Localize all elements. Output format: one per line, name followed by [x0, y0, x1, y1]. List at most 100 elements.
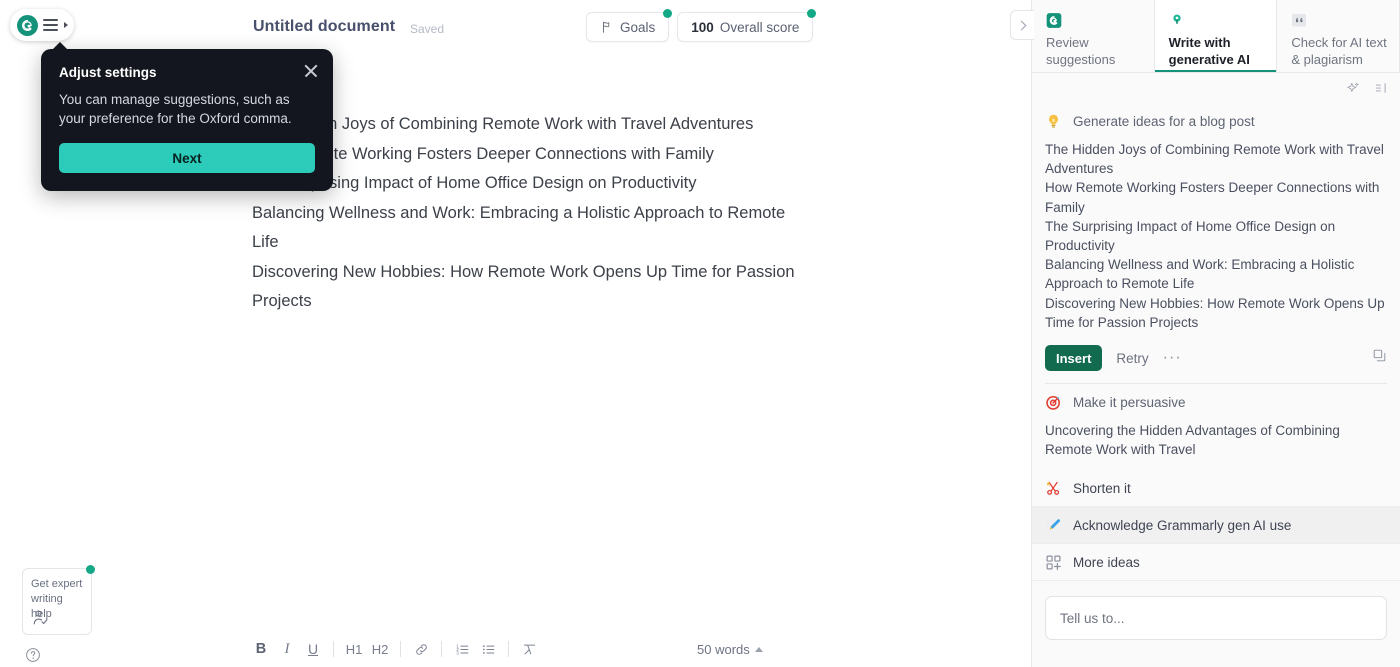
overall-score-button[interactable]: 100 Overall score — [677, 9, 817, 42]
tabs-bottom-border — [1032, 72, 1400, 73]
lightbulb-icon — [1049, 114, 1058, 128]
tab-check-for-ai-text-plagiarism[interactable]: Check for AI text & plagiarism — [1277, 0, 1400, 73]
action-label: Acknowledge Grammarly gen AI use — [1073, 517, 1292, 533]
action-more-ideas[interactable]: More ideas — [1032, 544, 1400, 582]
grammarly-g-icon[interactable] — [17, 14, 38, 36]
hamburger-menu-icon[interactable] — [43, 19, 58, 31]
clear-formatting-icon[interactable] — [516, 636, 542, 662]
bold-button[interactable]: B — [248, 636, 274, 662]
sidebar-collapse-button[interactable] — [1010, 10, 1034, 40]
action-shorten-it[interactable]: Shorten it — [1032, 470, 1400, 508]
suggestion-item: Discovering New Hobbies: How Remote Work… — [1045, 295, 1385, 330]
suggestion-list[interactable]: The Hidden Joys of Combining Remote Work… — [1045, 140, 1387, 332]
document-body[interactable]: The Hidden Joys of Combining Remote Work… — [252, 110, 808, 317]
composer-placeholder: Tell us to... — [1060, 610, 1125, 626]
suggestion-card: Make it persuasive Uncovering the Hidden… — [1032, 384, 1400, 460]
sidebar-content: Generate ideas for a blog post The Hidde… — [1032, 103, 1400, 667]
goals-button[interactable]: Goals — [586, 9, 673, 42]
tab-write-with-generative-ai[interactable]: Write with generative AI — [1154, 0, 1278, 73]
toolbar-divider — [441, 641, 442, 657]
app-menu-pill[interactable] — [10, 9, 74, 41]
document-line: The Surprising Impact of Home Office Des… — [252, 174, 697, 192]
expert-status-dot — [86, 565, 95, 574]
card-header: Make it persuasive — [1045, 394, 1387, 411]
heading1-button[interactable]: H1 — [341, 636, 367, 662]
save-status: Saved — [410, 22, 445, 36]
sparkle-icon[interactable] — [1346, 81, 1360, 95]
coachmark-body: You can manage suggestions, such as your… — [59, 92, 292, 126]
toolbar-divider — [333, 641, 334, 657]
person-check-icon — [33, 610, 48, 625]
scissors-icon — [1047, 481, 1060, 495]
chevron-right-icon — [1016, 20, 1027, 30]
svg-text:3: 3 — [456, 650, 459, 655]
composer-area: Tell us to... — [1032, 581, 1400, 641]
retry-button[interactable]: Retry — [1116, 351, 1148, 366]
suggestion-card: Generate ideas for a blog post The Hidde… — [1032, 103, 1400, 385]
action-acknowledge-ai-use[interactable]: Acknowledge Grammarly gen AI use — [1032, 507, 1400, 545]
composer-input[interactable]: Tell us to... — [1045, 596, 1387, 641]
card-actions: Insert Retry ··· — [1045, 345, 1387, 372]
expert-label-line1: Get expert — [31, 578, 83, 590]
word-count-button[interactable]: 50 words — [697, 642, 763, 657]
score-value: 100 — [691, 19, 714, 35]
close-icon[interactable] — [303, 63, 319, 79]
sidebar-tool-icons — [1032, 73, 1400, 103]
document-line: The Hidden Joys of Combining Remote Work… — [252, 115, 754, 133]
suggestion-item: Uncovering the Hidden Advantages of Comb… — [1045, 423, 1340, 458]
score-status-dot — [807, 9, 817, 18]
action-label: Shorten it — [1073, 480, 1131, 496]
grammarly-g-icon — [1046, 13, 1062, 28]
more-options-button[interactable]: ··· — [1163, 350, 1182, 366]
quick-actions-list: Shorten it Acknowledge Grammarly gen AI … — [1032, 470, 1400, 582]
pen-icon — [1046, 519, 1060, 530]
document-line: Discovering New Hobbies: How Remote Work… — [252, 262, 795, 311]
editor-area: Untitled document Saved Goals 100 Overal… — [0, 0, 1031, 667]
header-chips: Goals 100 Overall score — [586, 9, 817, 42]
suggestion-item: The Hidden Joys of Combining Remote Work… — [1045, 142, 1384, 177]
card-title: Generate ideas for a blog post — [1073, 114, 1255, 129]
action-label: More ideas — [1073, 554, 1140, 570]
document-line: How Remote Working Fosters Deeper Connec… — [252, 144, 714, 163]
tab-label: Check for AI text & plagiarism — [1291, 35, 1387, 67]
bullet-list-icon[interactable] — [475, 636, 501, 662]
grammarly-editor-window: Untitled document Saved Goals 100 Overal… — [0, 0, 1400, 667]
coachmark-next-button[interactable]: Next — [59, 143, 315, 173]
insert-button[interactable]: Insert — [1045, 345, 1103, 372]
suggestion-list[interactable]: Uncovering the Hidden Advantages of Comb… — [1045, 421, 1387, 459]
formatting-toolbar: B I U H1 H2 1 2 3 50 words — [0, 631, 1031, 667]
document-line: Balancing Wellness and Work: Embracing a… — [252, 203, 786, 252]
goals-label: Goals — [620, 19, 656, 35]
sidebar-tabs: Review suggestions Write with generative… — [1032, 0, 1400, 73]
goals-status-dot — [663, 9, 673, 18]
suggestion-item: The Surprising Impact of Home Office Des… — [1045, 218, 1336, 254]
italic-button[interactable]: I — [274, 636, 300, 662]
underline-button[interactable]: U — [300, 636, 326, 662]
heading2-button[interactable]: H2 — [367, 636, 393, 662]
grid-plus-icon — [1046, 555, 1061, 570]
page-title[interactable]: Untitled document — [253, 18, 395, 36]
word-count-label: 50 words — [697, 641, 750, 657]
toolbar-divider — [400, 641, 401, 657]
target-icon — [1046, 396, 1061, 410]
lightbulb-pin-icon — [1173, 14, 1181, 24]
card-title: Make it persuasive — [1073, 395, 1186, 411]
quote-marks-icon — [1292, 13, 1307, 27]
assistant-sidebar: Review suggestions Write with generative… — [1010, 0, 1400, 667]
numbered-list-icon[interactable]: 1 2 3 — [449, 636, 475, 662]
toolbar-divider — [508, 641, 509, 657]
collapse-panel-icon[interactable] — [1374, 81, 1388, 95]
card-header: Generate ideas for a blog post — [1045, 113, 1387, 130]
suggestion-item: How Remote Working Fosters Deeper Connec… — [1045, 180, 1380, 215]
tab-review-suggestions[interactable]: Review suggestions — [1032, 0, 1155, 73]
link-icon[interactable] — [408, 636, 434, 662]
score-label: Overall score — [719, 19, 800, 35]
copy-icon[interactable] — [1372, 348, 1387, 363]
tab-label: Write with generative AI — [1168, 35, 1250, 67]
tab-label: Review suggestions — [1046, 35, 1116, 67]
menu-chevron-icon — [64, 22, 68, 28]
goal-flag-icon — [602, 21, 610, 33]
get-expert-help-card[interactable]: Get expert writing help — [22, 565, 95, 635]
caret-up-icon — [754, 646, 763, 652]
coachmark-title: Adjust settings — [59, 65, 157, 80]
